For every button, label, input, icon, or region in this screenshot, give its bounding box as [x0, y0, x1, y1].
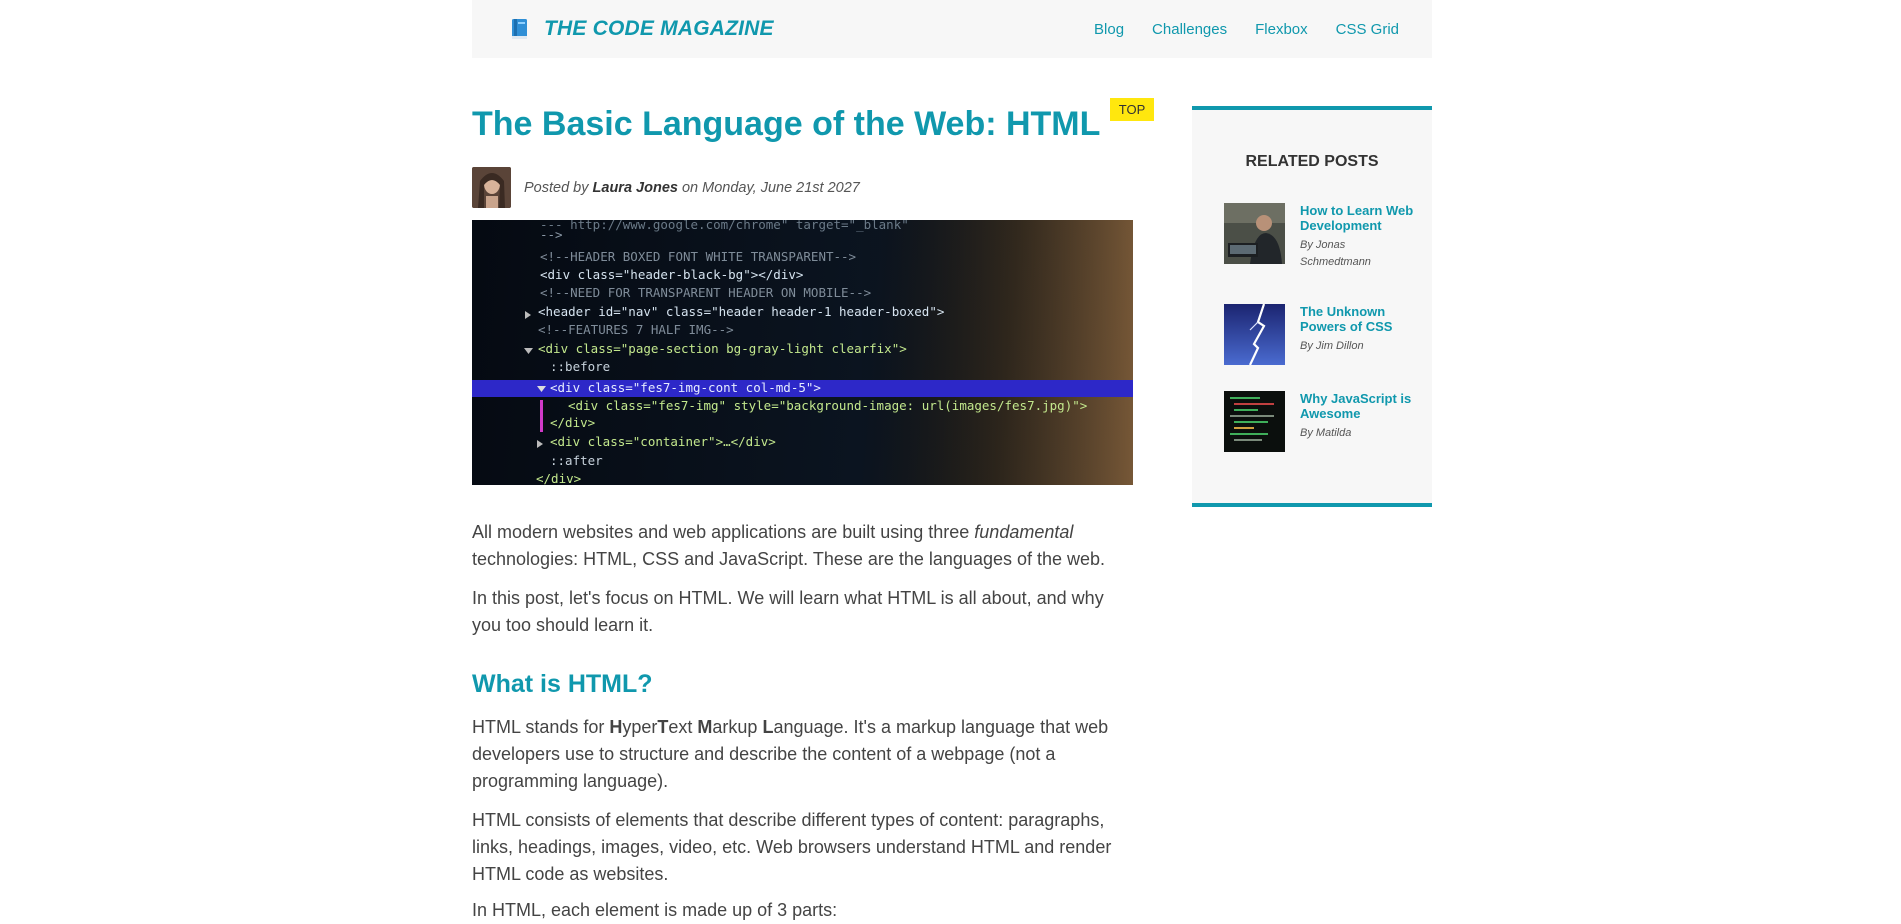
- code-line-5: <!--NEED FOR TRANSPARENT HEADER ON MOBIL…: [540, 285, 871, 300]
- related-post-title[interactable]: Why JavaScript is Awesome: [1300, 391, 1414, 421]
- code-line-10: <div class="fes7-img-cont col-md-5">: [550, 380, 821, 395]
- article-title: The Basic Language of the Web: HTML: [472, 105, 1101, 143]
- related-post-title[interactable]: The Unknown Powers of CSS: [1300, 304, 1414, 334]
- hero-image: --- http://www.google.com/chrome" target…: [472, 220, 1133, 485]
- emphasis-fundamental: fundamental: [974, 522, 1074, 542]
- paragraph-element-parts: In HTML, each element is made up of 3 pa…: [472, 900, 838, 920]
- nav-link-css-grid[interactable]: CSS Grid: [1336, 21, 1399, 38]
- paragraph-html-stands-for: HTML stands for HyperText Markup Languag…: [472, 717, 1109, 791]
- code-line-13: <div class="container">…</div>: [550, 434, 776, 449]
- byline-prefix: Posted by: [524, 179, 589, 196]
- paragraph-focus: In this post, let's focus on HTML. We wi…: [472, 588, 1104, 635]
- related-post-author: By Jonas Schmedtmann: [1300, 239, 1371, 268]
- top-badge: TOP: [1110, 98, 1154, 121]
- related-post-author: By Matilda: [1300, 427, 1352, 439]
- nav-link-flexbox[interactable]: Flexbox: [1255, 21, 1308, 38]
- code-line-11: <div class="fes7-img" style="background-…: [568, 398, 1087, 413]
- code-line-15: </div>: [536, 471, 581, 485]
- section-heading-what-is-html: What is HTML?: [472, 670, 653, 698]
- related-post-author: By Jim Dillon: [1300, 340, 1364, 352]
- related-posts-sidebar: RELATED POSTS How to Learn Web Developme…: [1192, 106, 1432, 507]
- related-post-item[interactable]: How to Learn Web Development By Jonas Sc…: [1224, 203, 1414, 271]
- code-line-12: </div>: [550, 415, 595, 430]
- paragraph-intro: All modern websites and web applications…: [472, 522, 1106, 569]
- author-name[interactable]: Laura Jones: [593, 180, 678, 196]
- code-line-14: ::after: [550, 453, 603, 468]
- related-post-item[interactable]: The Unknown Powers of CSS By Jim Dillon: [1224, 304, 1414, 365]
- brand[interactable]: THE CODE MAGAZINE: [510, 17, 774, 41]
- site-header: THE CODE MAGAZINE Blog Challenges Flexbo…: [472, 0, 1432, 58]
- byline-text: Posted by Laura Jones on Monday, June 21…: [524, 180, 860, 196]
- post-date: on Monday, June 21st 2027: [681, 179, 860, 196]
- related-post-thumbnail[interactable]: [1224, 391, 1285, 452]
- nav-link-blog[interactable]: Blog: [1094, 21, 1124, 38]
- related-post-title[interactable]: How to Learn Web Development: [1300, 203, 1414, 233]
- author-avatar: [472, 167, 511, 208]
- code-line-4: <div class="header-black-bg"></div>: [540, 267, 803, 282]
- code-line-3: <!--HEADER BOXED FONT WHITE TRANSPARENT-…: [540, 249, 856, 264]
- code-line-1: --- http://www.google.com/chrome" target…: [540, 220, 909, 232]
- paragraph-html-elements: HTML consists of elements that describe …: [472, 810, 1112, 884]
- byline: Posted by Laura Jones on Monday, June 21…: [472, 167, 860, 208]
- related-post-thumbnail[interactable]: [1224, 304, 1285, 365]
- code-line-6: <header id="nav" class="header header-1 …: [538, 304, 944, 319]
- code-line-9: ::before: [550, 359, 610, 374]
- related-post-item[interactable]: Why JavaScript is Awesome By Matilda: [1224, 391, 1414, 452]
- main-nav: Blog Challenges Flexbox CSS Grid: [1066, 21, 1399, 38]
- code-line-7: <!--FEATURES 7 HALF IMG-->: [538, 322, 734, 337]
- book-icon: [512, 19, 527, 39]
- related-post-thumbnail[interactable]: [1224, 203, 1285, 264]
- code-line-2: -->: [540, 227, 563, 242]
- brand-title: THE CODE MAGAZINE: [544, 17, 774, 40]
- code-line-8: <div class="page-section bg-gray-light c…: [538, 341, 907, 356]
- nav-link-challenges[interactable]: Challenges: [1152, 21, 1227, 38]
- related-posts-title: RELATED POSTS: [1245, 153, 1379, 170]
